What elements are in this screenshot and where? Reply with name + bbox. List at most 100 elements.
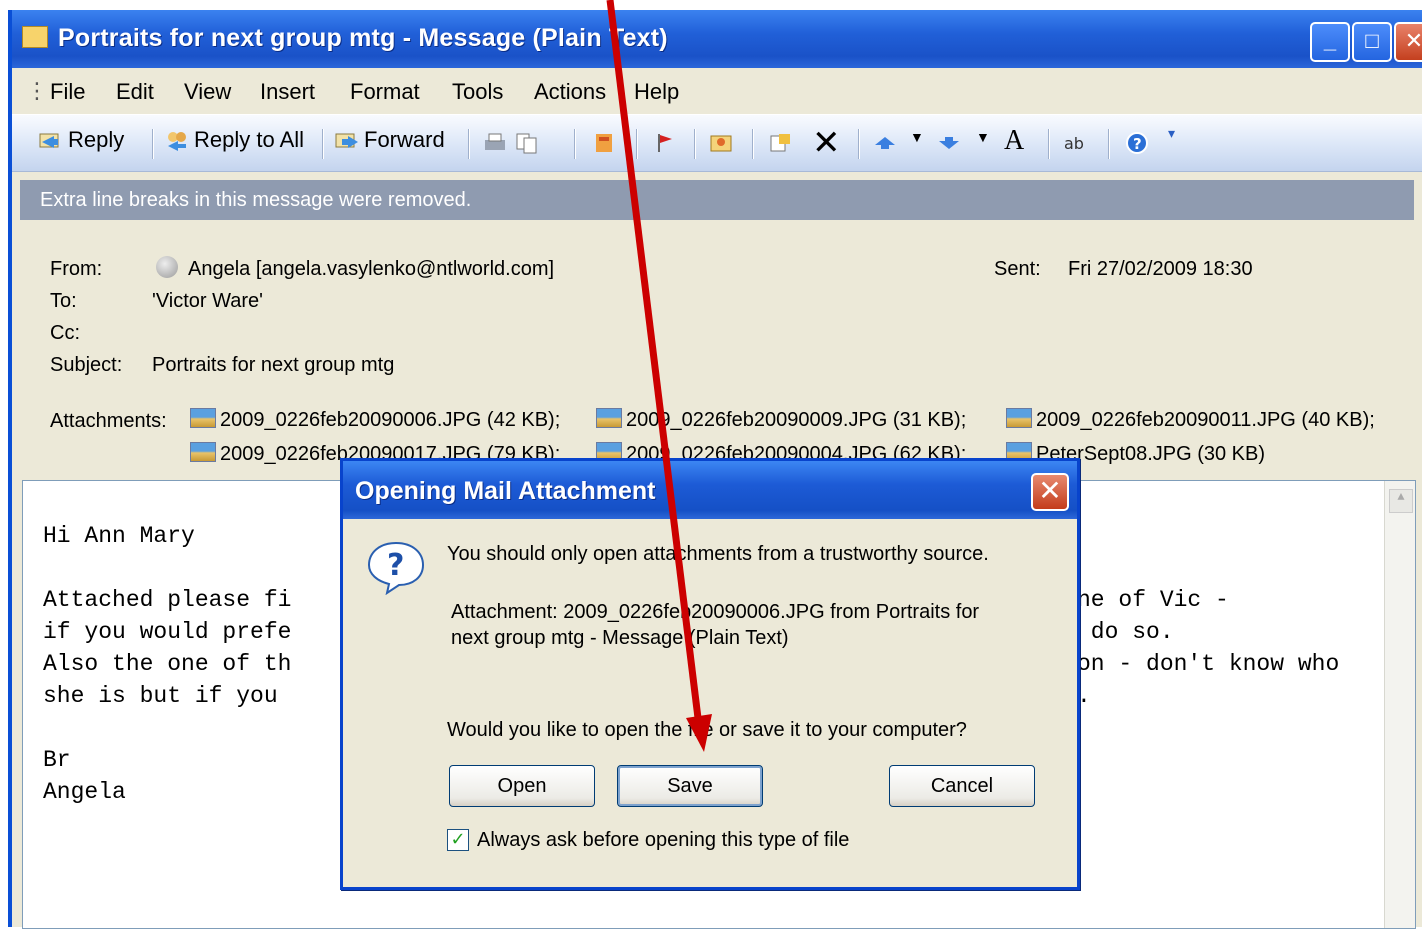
menu-actions[interactable]: Actions <box>534 79 606 105</box>
reply-all-label: Reply to All <box>194 127 305 152</box>
opening-mail-attachment-dialog: Opening Mail Attachment ✕ ? You should o… <box>340 458 1080 890</box>
previous-item-icon[interactable] <box>872 131 898 155</box>
cancel-button[interactable]: Cancel <box>889 765 1035 807</box>
menu-tools[interactable]: Tools <box>452 79 503 105</box>
attachment-item[interactable]: 2009_0226feb20090011.JPG (40 KB); <box>1006 408 1375 432</box>
toolbar-separator <box>574 129 576 159</box>
body-line: Br <box>43 747 71 773</box>
body-line-fragment: do so. <box>1077 619 1174 645</box>
print-icon[interactable] <box>482 131 508 155</box>
flag-icon[interactable] <box>652 131 678 155</box>
sender-name: Angela [angela.vasylenko@ntlworld.com] <box>188 258 555 280</box>
to-label: To: <box>50 290 77 312</box>
jpg-file-icon <box>190 408 216 428</box>
body-line: if you would prefe <box>43 619 292 645</box>
next-item-icon[interactable] <box>936 131 962 155</box>
jpg-file-icon <box>190 442 216 462</box>
toolbar-separator <box>322 129 324 159</box>
info-bar[interactable]: Extra line breaks in this message were r… <box>20 180 1414 220</box>
always-ask-label[interactable]: Always ask before opening this type of f… <box>477 829 849 852</box>
menu-bar: ⋮ File Edit View Insert Format Tools Act… <box>12 68 1422 114</box>
delete-icon[interactable]: ✕ <box>812 123 841 163</box>
dialog-warning-text: You should only open attachments from a … <box>447 543 989 565</box>
dialog-title: Opening Mail Attachment <box>355 477 656 505</box>
subject-label: Subject: <box>50 354 123 376</box>
from-value[interactable]: Angela [angela.vasylenko@ntlworld.com] <box>156 256 554 281</box>
dialog-question-text: Would you like to open the file or save … <box>447 719 967 741</box>
from-label: From: <box>50 258 103 280</box>
next-dropdown-icon[interactable]: ▼ <box>976 129 990 145</box>
body-line: Hi Ann Mary <box>43 523 195 549</box>
dialog-title-bar[interactable]: Opening Mail Attachment ✕ <box>343 461 1077 519</box>
toolbar-separator <box>1108 129 1110 159</box>
previous-dropdown-icon[interactable]: ▼ <box>910 129 924 145</box>
body-line: Angela <box>43 779 126 805</box>
subject-value: Portraits for next group mtg <box>152 354 395 376</box>
toolbar-separator <box>752 129 754 159</box>
svg-text:ab: ab <box>1064 134 1084 153</box>
body-line: Also the one of th <box>43 651 292 677</box>
cc-label: Cc: <box>50 322 80 344</box>
help-icon[interactable]: ? <box>1124 131 1150 155</box>
toolbar-separator <box>694 129 696 159</box>
reply-icon <box>39 133 59 148</box>
maximize-button[interactable]: □ <box>1352 22 1392 62</box>
minimize-button[interactable]: _ <box>1310 22 1350 62</box>
menu-format[interactable]: Format <box>350 79 420 105</box>
message-header: From: Angela [angela.vasylenko@ntlworld.… <box>20 220 1414 478</box>
toolbar-overflow-icon[interactable]: ▾ <box>1168 125 1175 142</box>
toolbar-separator <box>152 129 154 159</box>
menu-view[interactable]: View <box>184 79 231 105</box>
always-ask-checkbox[interactable]: ✓ <box>447 829 469 851</box>
reply-all-button[interactable]: Reply to All <box>164 127 304 153</box>
scroll-up-icon[interactable]: ▲ <box>1389 489 1413 513</box>
close-window-button[interactable]: ✕ <box>1394 22 1422 62</box>
to-value[interactable]: 'Victor Ware' <box>152 290 263 313</box>
jpg-file-icon <box>1006 408 1032 428</box>
question-icon: ? <box>367 541 425 595</box>
title-bar[interactable]: Portraits for next group mtg - Message (… <box>12 10 1422 68</box>
attachment-item[interactable]: 2009_0226feb20090006.JPG (42 KB); <box>190 408 560 432</box>
forward-button[interactable]: Forward <box>334 127 445 153</box>
font-size-icon[interactable]: A <box>1004 125 1024 157</box>
attachment-name: 2009_0226feb20090009.JPG (31 KB); <box>626 409 967 431</box>
svg-text:?: ? <box>387 548 404 583</box>
standard-toolbar: Reply Reply to All Forward ✕ ▼ ▼ A ab ? … <box>12 114 1422 172</box>
jpg-file-icon <box>596 408 622 428</box>
menu-help[interactable]: Help <box>634 79 679 105</box>
sent-label: Sent: <box>994 258 1041 280</box>
open-button[interactable]: Open <box>449 765 595 807</box>
attachment-item[interactable]: 2009_0226feb20090009.JPG (31 KB); <box>596 408 966 432</box>
move-to-folder-icon[interactable] <box>592 131 618 155</box>
copy-icon[interactable] <box>514 131 540 155</box>
menu-edit[interactable]: Edit <box>116 79 154 105</box>
attachment-name: 2009_0226feb20090006.JPG (42 KB); <box>220 409 561 431</box>
save-button[interactable]: Save <box>617 765 763 807</box>
toolbar-separator <box>636 129 638 159</box>
reply-button[interactable]: Reply <box>38 127 124 153</box>
toolbar-separator <box>1048 129 1050 159</box>
window-title: Portraits for next group mtg - Message (… <box>58 24 668 52</box>
body-line: Attached please fi <box>43 587 292 613</box>
presence-icon <box>156 256 178 278</box>
dialog-close-button[interactable]: ✕ <box>1031 473 1069 511</box>
attachment-name: 2009_0226feb20090011.JPG (40 KB); <box>1036 409 1375 431</box>
body-line: she is but if you <box>43 683 278 709</box>
vertical-scrollbar[interactable]: ▲ <box>1384 481 1415 928</box>
menu-insert[interactable]: Insert <box>260 79 315 105</box>
attachments-label: Attachments: <box>50 410 167 432</box>
body-line-fragment: on - don't know who <box>1077 651 1340 677</box>
sent-value: Fri 27/02/2009 18:30 <box>1068 258 1253 280</box>
forward-icon <box>335 133 358 148</box>
envelope-icon <box>22 26 48 48</box>
body-line-fragment: ne of Vic - <box>1077 587 1229 613</box>
dialog-attachment-line: next group mtg - Message (Plain Text) <box>451 627 789 649</box>
forward-label: Forward <box>364 127 445 152</box>
toolbar-separator <box>858 129 860 159</box>
address-book-icon[interactable] <box>708 131 734 155</box>
menu-file[interactable]: File <box>50 79 85 105</box>
encoding-icon[interactable]: ab <box>1062 131 1088 155</box>
reply-label: Reply <box>68 127 125 152</box>
toolbar-separator <box>468 129 470 159</box>
move-icon[interactable] <box>768 131 794 155</box>
